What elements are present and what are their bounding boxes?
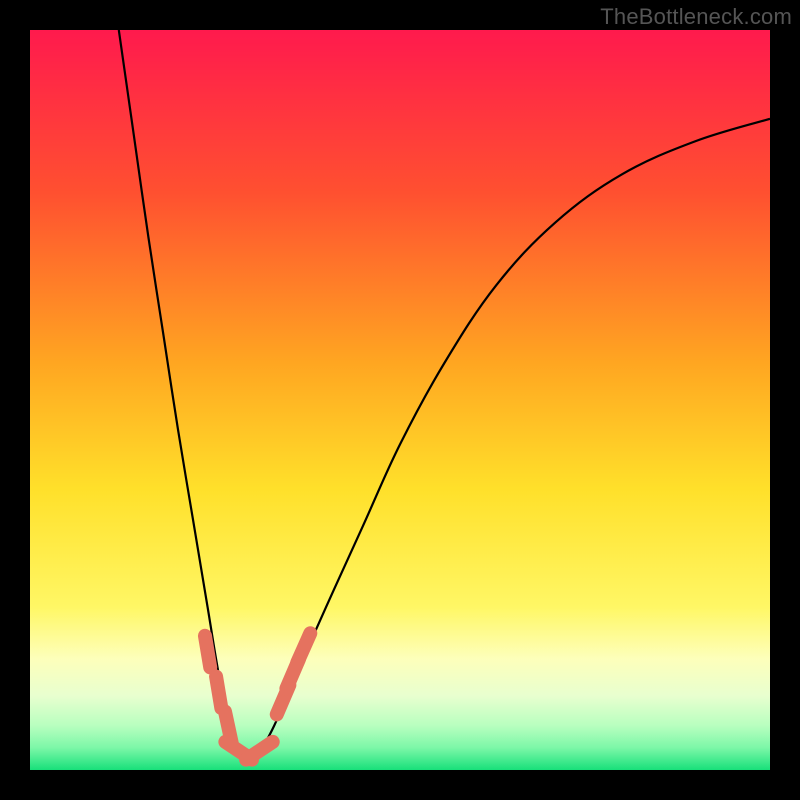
watermark-text: TheBottleneck.com [600, 4, 792, 30]
plot-area [30, 30, 770, 770]
chart-svg [30, 30, 770, 770]
left-cluster-mid [216, 677, 221, 709]
chart-frame: TheBottleneck.com [0, 0, 800, 800]
left-cluster-top [205, 636, 210, 668]
gradient-background [30, 30, 770, 770]
